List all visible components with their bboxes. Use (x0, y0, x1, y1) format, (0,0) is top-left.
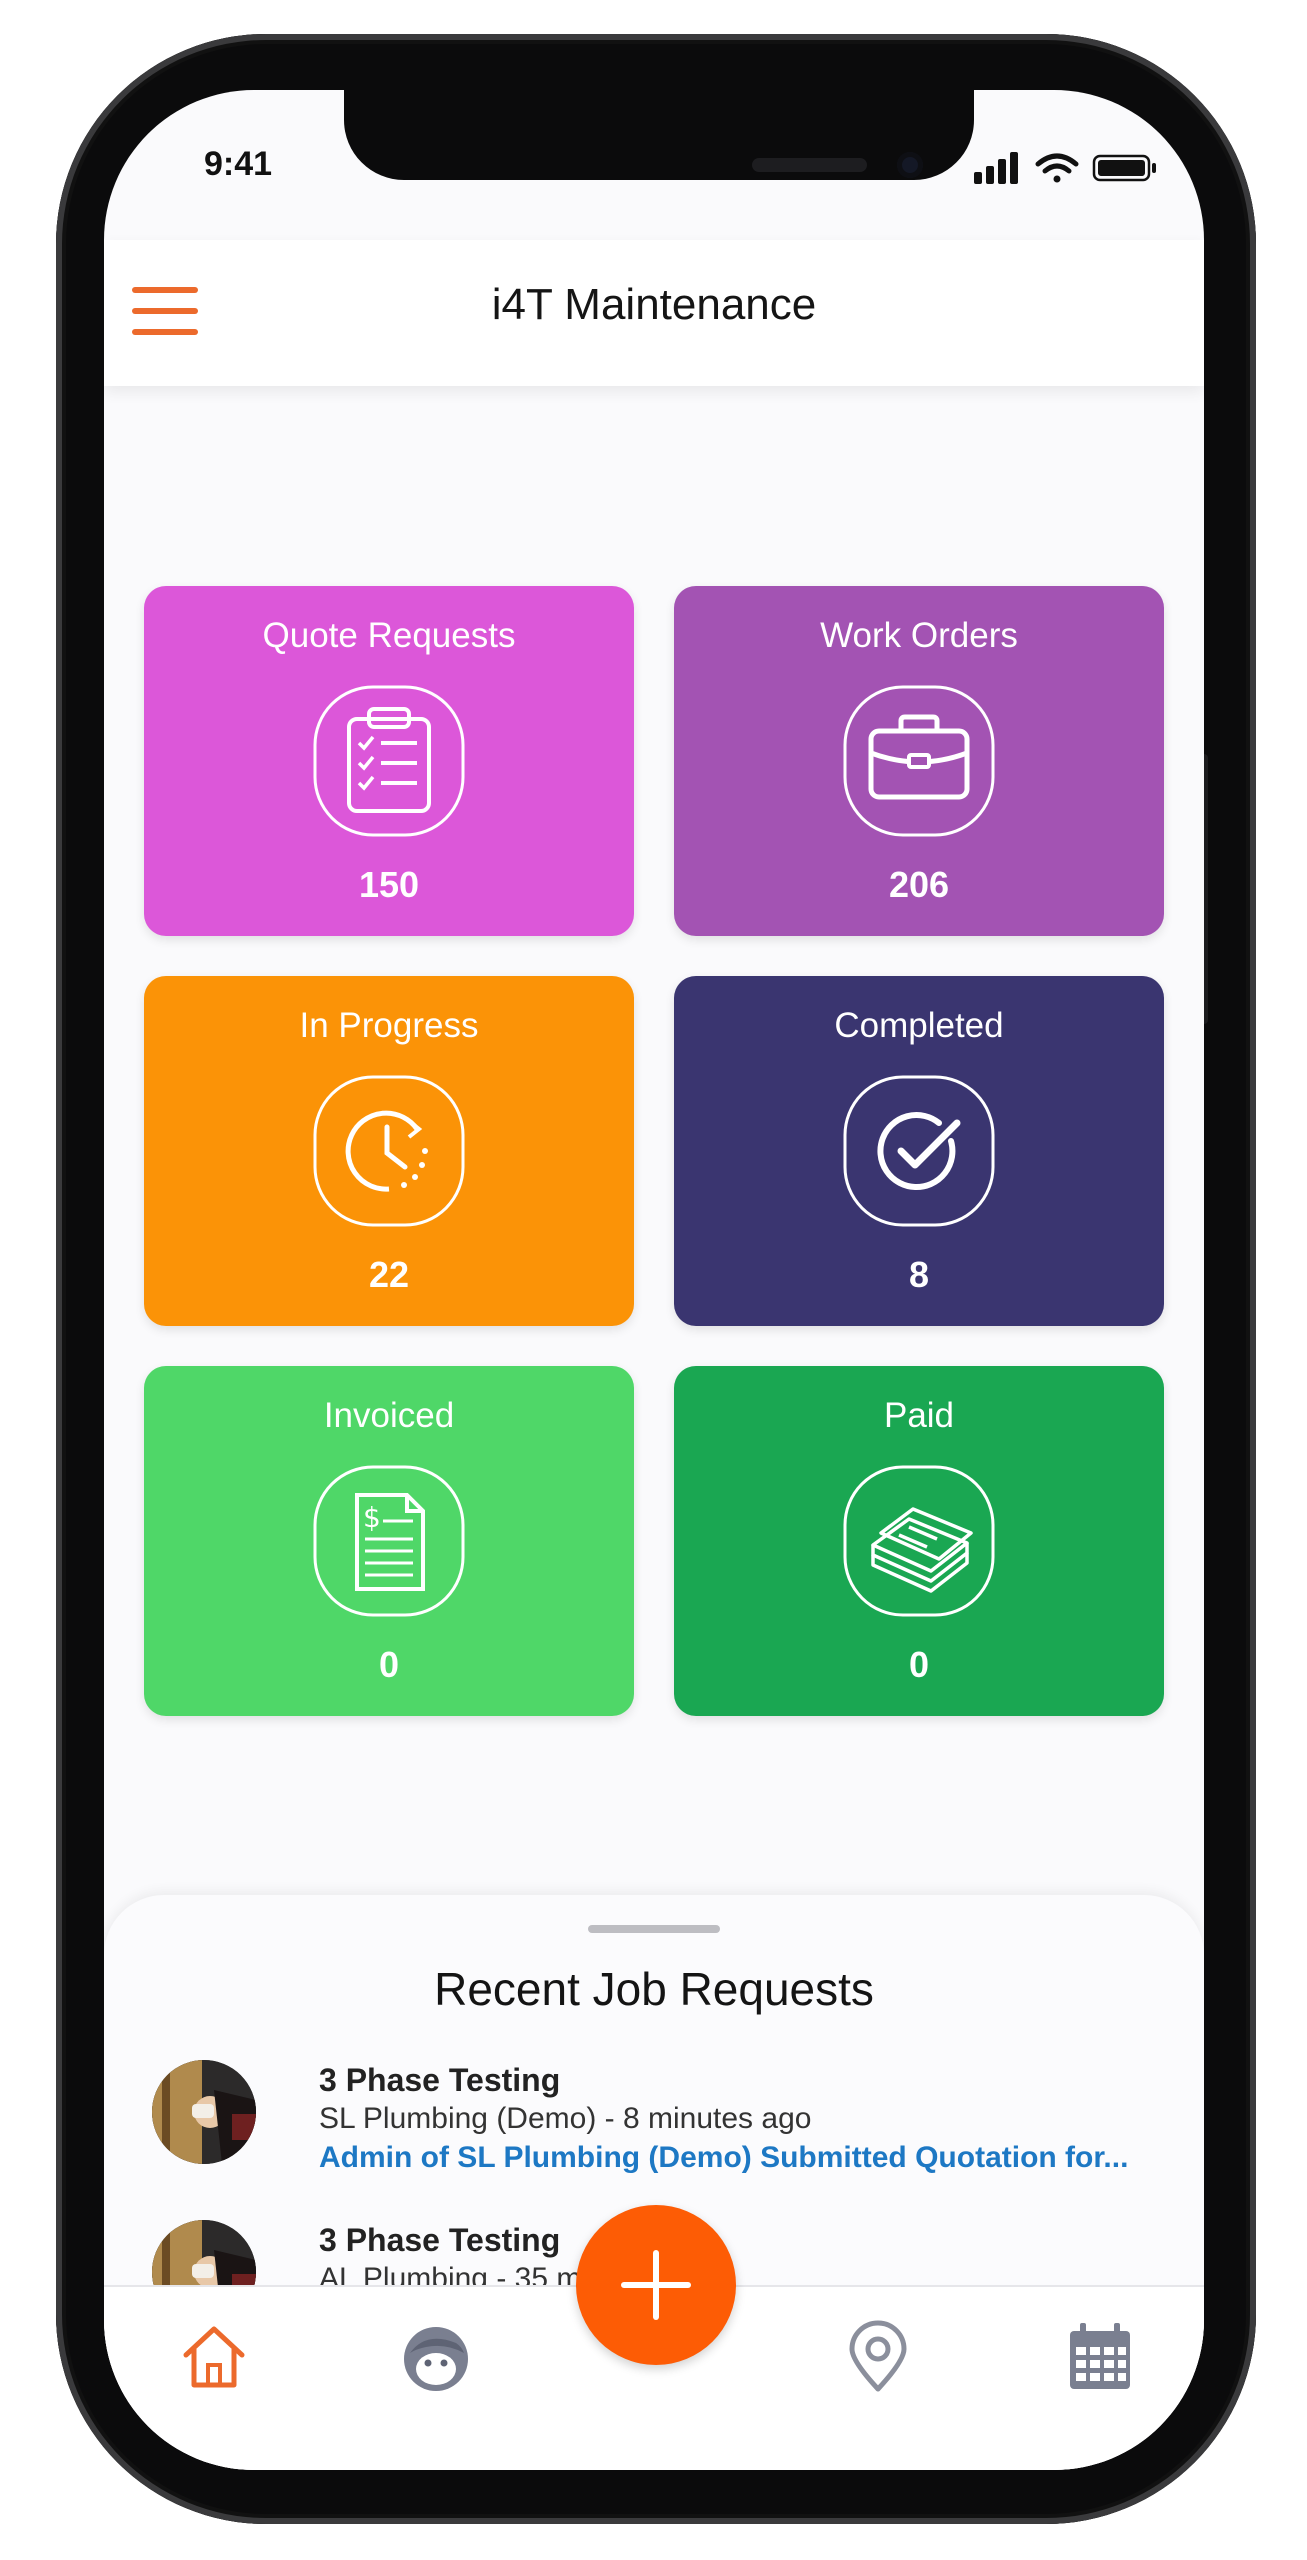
job-description-link[interactable]: Admin of SL Plumbing (Demo) Submitted Qu… (319, 2141, 1128, 2175)
tile-quote-requests[interactable]: Quote Requests 150 (144, 586, 634, 936)
tile-label: Work Orders (820, 616, 1018, 655)
money-stack-icon (843, 1465, 995, 1617)
clock-progress-icon (313, 1075, 465, 1227)
tab-location[interactable] (838, 2317, 918, 2397)
tile-count: 0 (908, 1644, 930, 1685)
wifi-icon (1035, 153, 1079, 183)
tile-label: Quote Requests (262, 616, 516, 655)
calendar-icon (1070, 2323, 1130, 2389)
earpiece-speaker (752, 158, 867, 172)
briefcase-icon (843, 685, 995, 837)
status-time: 9:41 (204, 145, 273, 183)
tile-completed[interactable]: Completed 8 (674, 976, 1164, 1326)
avatar (152, 2060, 256, 2164)
tab-profile[interactable] (396, 2317, 476, 2397)
clipboard-checklist-icon (313, 685, 465, 837)
tile-label: Completed (834, 1006, 1004, 1045)
tile-paid[interactable]: Paid 0 (674, 1366, 1164, 1716)
sheet-grab-handle[interactable] (588, 1925, 720, 1933)
tile-in-progress[interactable]: In Progress 22 (144, 976, 634, 1326)
add-button[interactable] (576, 2205, 736, 2365)
svg-text:$: $ (363, 1501, 381, 1534)
page-title: i4T Maintenance (491, 280, 817, 329)
tile-count: 150 (358, 864, 420, 905)
battery-icon (1092, 154, 1156, 182)
tile-count: 0 (378, 1644, 400, 1685)
app-screen: 9:41 i4T Maintenance Quote Requests 150 … (104, 90, 1204, 2470)
notch (344, 90, 974, 180)
plus-icon (621, 2250, 691, 2320)
tile-count: 206 (888, 864, 950, 905)
invoice-document-icon: $ (313, 1465, 465, 1617)
tile-count: 8 (908, 1254, 930, 1295)
job-title: 3 Phase Testing (319, 2062, 561, 2098)
recent-jobs-title: Recent Job Requests (434, 1963, 874, 2015)
status-icons (972, 148, 1162, 188)
tile-label: In Progress (299, 1006, 479, 1045)
tile-invoiced[interactable]: Invoiced $ 0 (144, 1366, 634, 1716)
face-icon (404, 2327, 468, 2391)
home-icon (183, 2326, 245, 2388)
tile-label: Paid (883, 1396, 955, 1435)
list-item[interactable]: 3 Phase Testing SL Plumbing (Demo) - 8 m… (152, 2060, 1172, 2190)
job-title: 3 Phase Testing (319, 2222, 561, 2258)
tile-count: 22 (368, 1254, 410, 1295)
tile-work-orders[interactable]: Work Orders 206 (674, 586, 1164, 936)
job-subtitle: SL Plumbing (Demo) - 8 minutes ago (319, 2102, 812, 2135)
tile-label: Invoiced (323, 1396, 455, 1435)
signal-icon (974, 152, 1018, 184)
check-circle-icon (843, 1075, 995, 1227)
tab-calendar[interactable] (1060, 2317, 1140, 2397)
app-header: i4T Maintenance (104, 240, 1204, 386)
tab-home[interactable] (174, 2317, 254, 2397)
front-camera (897, 152, 923, 178)
location-pin-icon (849, 2320, 907, 2392)
